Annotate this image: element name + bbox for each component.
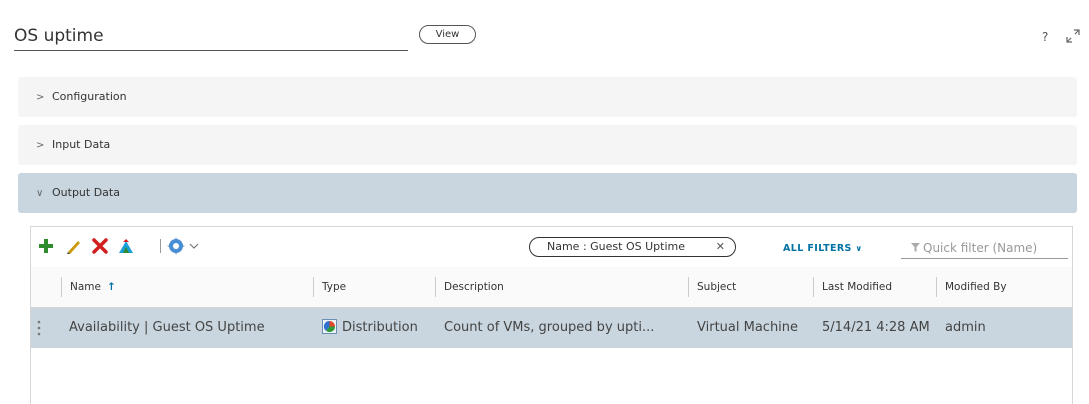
cell-type: Distribution — [314, 308, 435, 348]
column-header-last-modified[interactable]: Last Modified — [814, 267, 936, 307]
all-filters-button[interactable]: ALL FILTERS ∨ — [783, 243, 862, 254]
chevron-down-icon: ∨ — [855, 244, 863, 253]
toolbar-separator — [160, 239, 161, 253]
cell-type-label: Distribution — [342, 320, 418, 335]
expand-icon[interactable] — [1066, 29, 1080, 43]
cell-subject: Virtual Machine — [697, 320, 799, 335]
panel-label: Output Data — [52, 186, 120, 199]
all-filters-label: ALL FILTERS — [783, 243, 852, 254]
page-title: OS uptime — [14, 26, 104, 46]
filter-pill[interactable]: Name : Guest OS Uptime ✕ — [529, 237, 736, 257]
cell-name: Availability | Guest OS Uptime — [69, 320, 265, 335]
table-row[interactable]: Availability | Guest OS Uptime Distribut… — [31, 308, 1072, 348]
table-header: Name ↑ Type Description Subject Last Modi… — [31, 267, 1072, 308]
chevron-down-icon[interactable] — [189, 242, 199, 250]
output-data-grid: Name : Guest OS Uptime ✕ ALL FILTERS ∨ Q… — [30, 226, 1073, 404]
edit-icon[interactable] — [65, 237, 83, 255]
sort-ascending-icon[interactable]: ↑ — [107, 281, 116, 293]
distribution-icon — [322, 318, 337, 334]
column-header-description[interactable]: Description — [436, 267, 688, 307]
column-header-modified-by[interactable]: Modified By — [937, 267, 1069, 307]
delete-icon[interactable] — [91, 237, 109, 255]
report-title-field[interactable]: OS uptime — [14, 24, 408, 51]
chevron-right-icon: > — [36, 92, 45, 103]
chevron-down-icon: ∨ — [36, 188, 44, 199]
quick-filter-input[interactable]: Quick filter (Name) — [901, 237, 1068, 259]
add-icon[interactable] — [37, 237, 55, 255]
help-icon[interactable]: ? — [1042, 30, 1048, 44]
quick-filter-placeholder: Quick filter (Name) — [923, 241, 1038, 255]
chevron-right-icon: > — [36, 140, 45, 151]
cell-description: Count of VMs, grouped by upti... — [444, 320, 655, 335]
panel-label: Configuration — [52, 90, 127, 103]
filter-icon — [911, 243, 920, 252]
column-label: Name — [70, 281, 101, 293]
cell-modified-by: admin — [945, 320, 986, 335]
panel-output-data[interactable]: ∨ Output Data — [18, 173, 1077, 213]
panel-label: Input Data — [52, 138, 111, 151]
close-icon[interactable]: ✕ — [716, 238, 725, 256]
view-button[interactable]: View — [419, 25, 476, 44]
panel-configuration[interactable]: > Configuration — [18, 77, 1077, 117]
column-header-type[interactable]: Type — [314, 267, 435, 307]
import-icon[interactable] — [117, 237, 135, 255]
cell-last-modified: 5/14/21 4:28 AM — [822, 320, 930, 335]
panel-input-data[interactable]: > Input Data — [18, 125, 1077, 165]
grid-toolbar: Name : Guest OS Uptime ✕ ALL FILTERS ∨ Q… — [31, 227, 1072, 267]
column-header-subject[interactable]: Subject — [689, 267, 813, 307]
filter-pill-label: Name : Guest OS Uptime — [547, 240, 685, 253]
row-actions-icon[interactable] — [37, 320, 41, 336]
column-header-name[interactable]: Name ↑ — [62, 267, 312, 307]
gear-icon[interactable] — [167, 237, 185, 255]
